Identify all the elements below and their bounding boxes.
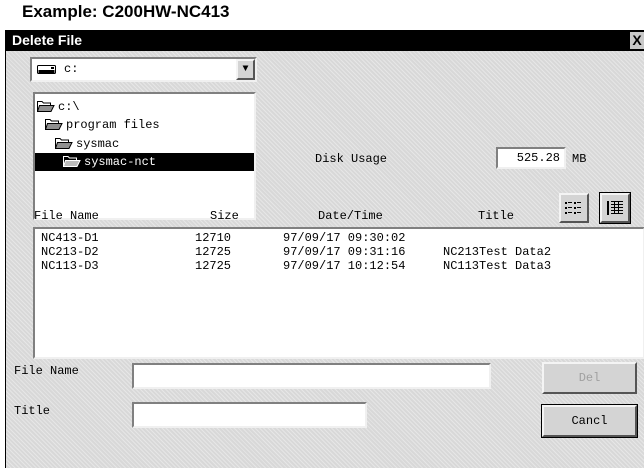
folder-open-icon bbox=[44, 117, 63, 134]
tree-item-program-files[interactable]: program files bbox=[44, 116, 160, 134]
close-icon: X bbox=[632, 32, 642, 48]
file-size-cell: 12710 bbox=[195, 231, 232, 245]
file-row[interactable]: NC213-D2 12725 97/09/17 09:31:16 NC213Te… bbox=[35, 245, 643, 259]
file-datetime-cell: 97/09/17 09:30:02 bbox=[283, 231, 406, 245]
tree-item-root[interactable]: c:\ bbox=[36, 98, 80, 116]
column-header-size[interactable]: Size bbox=[210, 209, 239, 223]
file-name-cell: NC413-D1 bbox=[41, 231, 99, 245]
delete-button[interactable]: Del bbox=[542, 362, 637, 394]
file-name-field[interactable] bbox=[132, 363, 491, 389]
tree-item-sysmac-nct[interactable]: sysmac-nct bbox=[35, 153, 254, 171]
file-size-cell: 12725 bbox=[195, 259, 232, 273]
chevron-down-icon: ▼ bbox=[242, 64, 249, 75]
title-label: Title bbox=[14, 404, 51, 418]
hard-drive-icon bbox=[37, 64, 57, 79]
dialog-titlebar: Delete File X bbox=[6, 30, 644, 51]
disk-usage-value: 525.28 bbox=[496, 147, 566, 169]
tree-item-label: sysmac bbox=[76, 137, 120, 151]
title-field[interactable] bbox=[132, 402, 367, 428]
disk-usage-label: Disk Usage bbox=[315, 152, 388, 166]
file-title-cell: NC213Test Data2 bbox=[443, 245, 552, 259]
folder-open-icon bbox=[54, 136, 73, 153]
details-view-button[interactable] bbox=[599, 192, 631, 226]
file-datetime-cell: 97/09/17 09:31:16 bbox=[283, 245, 406, 259]
example-caption: Example: C200HW-NC413 bbox=[22, 2, 230, 21]
delete-file-dialog: Delete File X c: ▼ c:\ program files sys… bbox=[5, 30, 644, 468]
file-list[interactable]: NC413-D1 12710 97/09/17 09:30:02 NC213-D… bbox=[33, 227, 644, 359]
folder-open-icon bbox=[62, 154, 81, 171]
close-button[interactable]: X bbox=[630, 32, 644, 49]
file-name-cell: NC213-D2 bbox=[41, 245, 99, 259]
drive-select-value: c: bbox=[64, 62, 79, 76]
column-header-datetime[interactable]: Date/Time bbox=[318, 209, 383, 223]
column-header-file-name[interactable]: File Name bbox=[34, 209, 99, 223]
drive-dropdown-button[interactable]: ▼ bbox=[236, 59, 255, 80]
tree-item-label: c:\ bbox=[58, 100, 80, 114]
file-row[interactable]: NC113-D3 12725 97/09/17 10:12:54 NC113Te… bbox=[35, 259, 643, 273]
file-size-cell: 12725 bbox=[195, 245, 232, 259]
list-view-icon bbox=[561, 202, 587, 226]
cancel-button[interactable]: Cancl bbox=[541, 404, 638, 438]
file-datetime-cell: 97/09/17 10:12:54 bbox=[283, 259, 406, 273]
file-name-cell: NC113-D3 bbox=[41, 259, 99, 273]
folder-open-icon bbox=[36, 99, 55, 116]
file-title-cell: NC113Test Data3 bbox=[443, 259, 552, 273]
drive-select[interactable]: c: ▼ bbox=[30, 57, 257, 82]
dialog-title: Delete File bbox=[12, 32, 83, 48]
details-view-icon bbox=[602, 201, 628, 226]
tree-item-sysmac[interactable]: sysmac bbox=[54, 135, 120, 153]
column-header-title[interactable]: Title bbox=[478, 209, 514, 223]
directory-tree[interactable]: c:\ program files sysmac sysmac-nct bbox=[33, 92, 256, 220]
list-view-button[interactable] bbox=[559, 193, 589, 223]
disk-usage-unit: MB bbox=[572, 152, 587, 166]
file-name-label: File Name bbox=[14, 364, 79, 378]
file-row[interactable]: NC413-D1 12710 97/09/17 09:30:02 bbox=[35, 231, 643, 245]
tree-item-label: program files bbox=[66, 118, 160, 132]
tree-item-label: sysmac-nct bbox=[84, 155, 157, 169]
